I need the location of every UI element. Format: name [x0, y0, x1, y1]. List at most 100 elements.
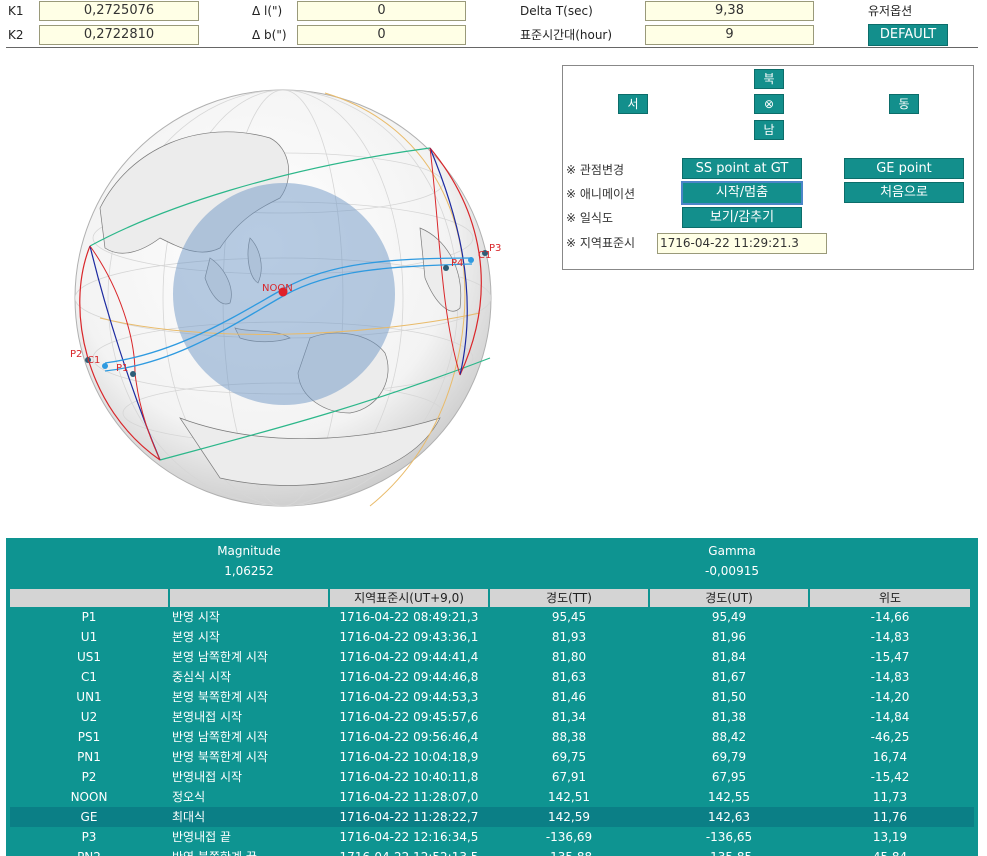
row-local-time: 1716-04-22 11:28:22,7 — [339, 810, 479, 824]
row-code: GE — [80, 810, 98, 824]
row-event: 반영 남쪽한계 시작 — [172, 730, 268, 744]
row-longitude-tt: 81,80 — [551, 650, 587, 664]
row-longitude-ut: 81,67 — [711, 670, 747, 684]
table-row[interactable]: P1 반영 시작 1716-04-22 08:49:21,3 95,45 95,49 -1… — [10, 607, 974, 627]
row-longitude-tt: -136,69 — [545, 830, 593, 844]
row-code: U1 — [80, 630, 98, 644]
divider — [6, 47, 978, 48]
header-code — [10, 589, 168, 607]
header-local-time: 지역표준시(UT+9,0) — [330, 589, 488, 607]
p1-label: P1 — [116, 363, 128, 374]
row-longitude-ut: 81,38 — [711, 710, 747, 724]
row-code: UN1 — [76, 690, 102, 704]
row-longitude-tt: 95,45 — [551, 610, 587, 624]
row-longitude-ut: 142,63 — [708, 810, 750, 824]
restart-button[interactable]: 처음으로 — [844, 182, 964, 203]
row-event: 본영 남쪽한계 시작 — [172, 650, 268, 664]
row-latitude: -14,83 — [870, 670, 910, 684]
row-latitude: -14,84 — [870, 710, 910, 724]
k1-field[interactable]: 0,2725076 — [39, 1, 199, 21]
table-header: 지역표준시(UT+9,0) 경도(TT) 경도(UT) 위도 — [10, 589, 974, 607]
row-longitude-ut: 88,42 — [711, 730, 747, 744]
table-row[interactable]: PN1 반영 북쪽한계 시작 1716-04-22 10:04:18,9 69,75 6… — [10, 747, 974, 767]
table-row[interactable]: P2 반영내접 시작 1716-04-22 10:40:11,8 67,91 67,95… — [10, 767, 974, 787]
table-row[interactable]: PN2반영 북쪽한계 끝1716-04-22 12:52:13,5-135,88… — [10, 847, 974, 856]
row-longitude-tt: -135,88 — [490, 847, 648, 856]
row-longitude-tt: 88,38 — [551, 730, 587, 744]
table-row[interactable]: C1 중심식 시작 1716-04-22 09:44:46,8 81,63 81,67 -… — [10, 667, 974, 687]
row-local-time: 1716-04-22 08:49:21,3 — [339, 610, 479, 624]
rotate-west-button[interactable]: 서 — [618, 94, 648, 114]
table-row[interactable]: GE 최대식 1716-04-22 11:28:22,7 142,59 142,63 11… — [10, 807, 974, 827]
row-local-time: 1716-04-22 09:43:36,1 — [339, 630, 479, 644]
c1-point[interactable] — [102, 363, 108, 369]
show-hide-button[interactable]: 보기/감추기 — [682, 207, 802, 228]
rotate-south-button[interactable]: 남 — [754, 120, 784, 140]
row-code: US1 — [76, 650, 102, 664]
row-latitude: 13,19 — [872, 830, 908, 844]
k2-field[interactable]: 0,2722810 — [39, 25, 199, 45]
c2-point[interactable] — [468, 257, 474, 263]
row-longitude-ut: 81,50 — [711, 690, 747, 704]
row-local-time: 1716-04-22 10:40:11,8 — [339, 770, 479, 784]
row-latitude: 45,84 — [810, 847, 970, 856]
k2-label: K2 — [8, 28, 24, 42]
ge-point-button[interactable]: GE point — [844, 158, 964, 179]
table-row[interactable]: U1 본영 시작 1716-04-22 09:43:36,1 81,93 81,96 -1… — [10, 627, 974, 647]
row-code: U2 — [80, 710, 98, 724]
noon-label: NOON — [262, 283, 293, 294]
timezone-field[interactable]: 9 — [645, 25, 814, 45]
row-longitude-tt: 81,93 — [551, 630, 587, 644]
p4-point[interactable] — [443, 265, 449, 271]
row-event: 반영내접 끝 — [172, 830, 232, 844]
gamma-label: Gamma — [708, 544, 756, 558]
start-stop-button[interactable]: 시작/멈춤 — [681, 181, 803, 205]
rotate-north-button[interactable]: 북 — [754, 69, 784, 89]
magnitude-value: 1,06252 — [224, 564, 274, 578]
row-event: 반영내접 시작 — [172, 770, 243, 784]
row-longitude-tt: 142,51 — [548, 790, 590, 804]
row-event: 정오식 — [172, 790, 206, 804]
table-row[interactable]: UN1 본영 북쪽한계 시작 1716-04-22 09:44:53,3 81,46 8… — [10, 687, 974, 707]
p3-label: P3 — [489, 243, 501, 254]
p4-label: P4 — [451, 258, 463, 269]
row-longitude-ut: 67,95 — [711, 770, 747, 784]
delta-t-field[interactable]: 9,38 — [645, 1, 814, 21]
table-row[interactable]: P3 반영내접 끝 1716-04-22 12:16:34,5 -136,69 -136… — [10, 827, 974, 847]
row-event: 본영 북쪽한계 시작 — [172, 690, 268, 704]
table-row[interactable]: NOON 정오식 1716-04-22 11:28:07,0 142,51 142,55… — [10, 787, 974, 807]
reset-center-button[interactable]: ⊗ — [754, 94, 784, 114]
table-row[interactable]: U2 본영내접 시작 1716-04-22 09:45:57,6 81,34 81,38… — [10, 707, 974, 727]
row-longitude-ut: 69,79 — [711, 750, 747, 764]
animation-label: ※ 애니메이션 — [566, 187, 636, 201]
local-time-field[interactable]: 1716-04-22 11:29:21.3 — [657, 233, 827, 254]
row-code: NOON — [70, 790, 108, 804]
delta-b-field[interactable]: 0 — [297, 25, 466, 45]
rotate-east-button[interactable]: 동 — [889, 94, 919, 114]
row-longitude-ut: -136,65 — [705, 830, 753, 844]
row-local-time: 1716-04-22 11:28:07,0 — [339, 790, 479, 804]
eclipse-globe[interactable]: P2 C1 P1 P4 C1 P3 NOON — [60, 88, 505, 513]
default-button[interactable]: DEFAULT — [868, 24, 948, 46]
row-longitude-ut: 142,55 — [708, 790, 750, 804]
p1-point[interactable] — [130, 371, 136, 377]
table-row[interactable]: PS1 반영 남쪽한계 시작 1716-04-22 09:56:46,4 88,38 8… — [10, 727, 974, 747]
row-event: 본영 시작 — [172, 630, 220, 644]
header-longitude-tt: 경도(TT) — [490, 589, 648, 607]
row-latitude: -15,42 — [870, 770, 910, 784]
ss-point-button[interactable]: SS point at GT — [682, 158, 802, 179]
row-longitude-tt: 81,46 — [551, 690, 587, 704]
row-code: P2 — [81, 770, 97, 784]
row-longitude-tt: 69,75 — [551, 750, 587, 764]
row-longitude-tt: 81,63 — [551, 670, 587, 684]
row-latitude: -14,20 — [870, 690, 910, 704]
local-time-label: ※ 지역표준시 — [566, 236, 636, 250]
table-row[interactable]: US1 본영 남쪽한계 시작 1716-04-22 09:44:41,4 81,80 8… — [10, 647, 974, 667]
user-option-label: 유저옵션 — [868, 4, 913, 18]
row-local-time: 1716-04-22 09:56:46,4 — [339, 730, 479, 744]
header-event — [170, 589, 328, 607]
row-code: PS1 — [77, 730, 101, 744]
row-longitude-ut: 81,96 — [711, 630, 747, 644]
row-local-time: 1716-04-22 09:44:46,8 — [339, 670, 479, 684]
delta-l-field[interactable]: 0 — [297, 1, 466, 21]
